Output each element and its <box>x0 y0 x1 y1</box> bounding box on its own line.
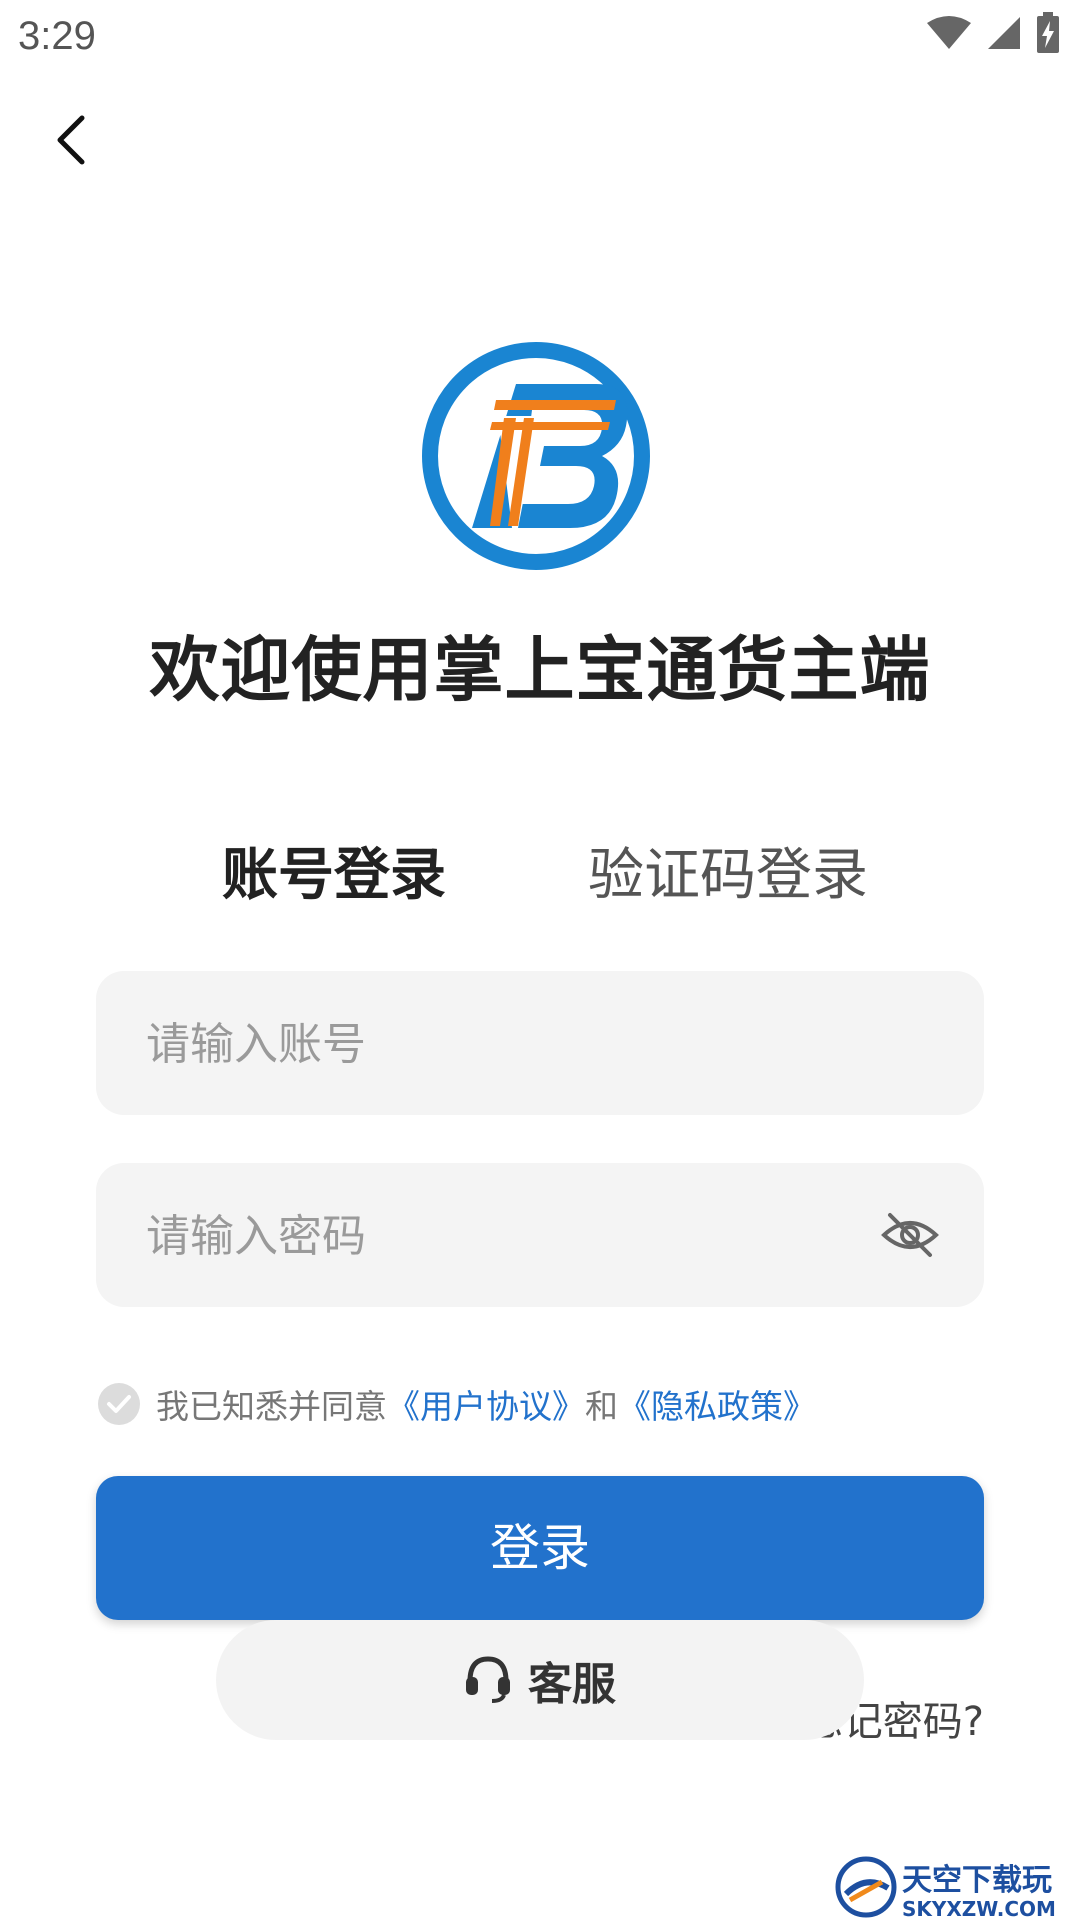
eye-off-icon[interactable] <box>880 1205 940 1265</box>
back-button[interactable] <box>36 106 108 178</box>
headset-icon <box>464 1653 512 1707</box>
customer-service-label: 客服 <box>528 1659 616 1710</box>
watermark-url: SKYXZW.COM <box>902 1897 1056 1920</box>
status-icons <box>926 12 1060 58</box>
tab-code-login[interactable]: 验证码登录 <box>588 838 868 914</box>
agreement-checkbox[interactable] <box>98 1383 140 1425</box>
login-button[interactable]: 登录 <box>96 1476 984 1620</box>
watermark-brand: 天空下载玩 <box>902 1863 1052 1898</box>
account-field-container <box>96 971 984 1117</box>
app-logo <box>420 340 652 572</box>
agreement-row: 我已知悉并同意 《用户协议》 和 《隐私政策》 <box>98 1378 816 1430</box>
agreement-and: 和 <box>585 1387 618 1426</box>
customer-service-button[interactable]: 客服 <box>216 1620 864 1740</box>
privacy-policy-link[interactable]: 《隐私政策》 <box>618 1380 816 1428</box>
site-watermark: 天空下载玩 SKYXZW.COM <box>832 1854 1080 1921</box>
agreement-prefix: 我已知悉并同意 <box>156 1387 387 1426</box>
chevron-left-icon <box>52 112 92 172</box>
welcome-title: 欢迎使用掌上宝通货主端 <box>149 629 931 711</box>
password-field-container <box>96 1163 984 1309</box>
status-bar: 3:29 <box>0 0 1080 72</box>
user-agreement-link[interactable]: 《用户协议》 <box>387 1380 585 1428</box>
account-input[interactable] <box>144 971 848 1117</box>
battery-charging-icon <box>1036 12 1060 58</box>
wifi-icon <box>926 15 972 55</box>
password-input[interactable] <box>144 1163 848 1309</box>
cellular-signal-icon <box>986 15 1022 55</box>
tab-account-login[interactable]: 账号登录 <box>222 838 446 914</box>
status-time: 3:29 <box>18 14 96 58</box>
